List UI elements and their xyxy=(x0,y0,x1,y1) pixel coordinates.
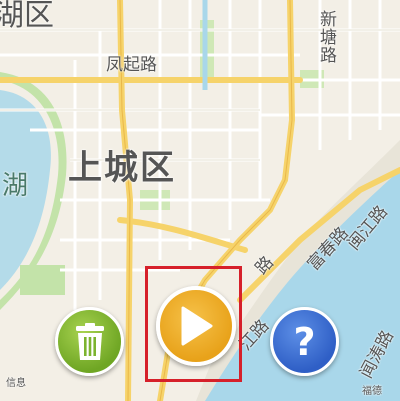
road-label-fengqi: 凤起路 xyxy=(106,55,157,75)
help-button[interactable]: ? xyxy=(270,307,339,376)
park-patch xyxy=(20,265,65,295)
map-label-bottom-right: 福德 xyxy=(362,386,382,397)
trash-icon xyxy=(75,322,104,360)
district-label-shangcheng: 上城区 xyxy=(68,148,176,188)
road-label-xintang: 新塘路 xyxy=(316,10,336,64)
district-label-top: 湖区 xyxy=(0,0,54,33)
lake-label: 湖 xyxy=(2,171,29,201)
play-icon xyxy=(181,306,213,346)
question-icon: ? xyxy=(293,319,316,364)
map-label-bottom-left: 信息 xyxy=(6,378,26,389)
play-button[interactable] xyxy=(156,286,236,366)
delete-button[interactable] xyxy=(55,307,124,376)
